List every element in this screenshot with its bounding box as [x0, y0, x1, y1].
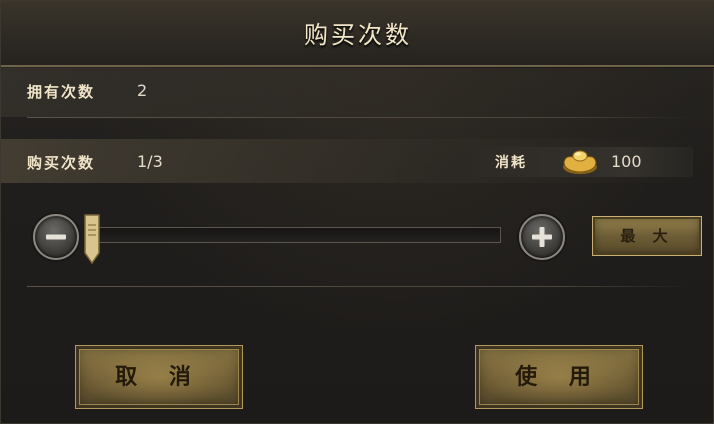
dialog-title: 购买次数: [304, 21, 412, 49]
use-button[interactable]: 使 用: [475, 345, 643, 409]
slider-handle[interactable]: [83, 213, 101, 265]
plus-icon: [532, 227, 552, 247]
title-bar: 购买次数: [1, 1, 714, 67]
minus-icon: [46, 234, 66, 240]
owned-count-value: 2: [137, 81, 148, 100]
purchase-count-label: 购买次数: [27, 154, 96, 172]
buy-count-dialog: 购买次数 拥有次数 2 购买次数 1/3 消耗 100 最 大 取 消 使 用: [0, 0, 714, 424]
gold-ingot-icon: [561, 143, 599, 177]
cost-label: 消耗: [495, 155, 527, 171]
increase-button[interactable]: [519, 214, 565, 260]
decrease-button[interactable]: [33, 214, 79, 260]
cost-value: 100: [611, 152, 642, 171]
owned-count-label: 拥有次数: [27, 83, 96, 101]
owned-count-row: 拥有次数 2: [1, 67, 714, 117]
divider: [27, 117, 693, 118]
cost-box: 消耗 100: [471, 147, 693, 177]
purchase-count-value: 1/3: [137, 152, 163, 171]
cancel-button[interactable]: 取 消: [75, 345, 243, 409]
divider: [27, 286, 693, 287]
max-button[interactable]: 最 大: [592, 216, 702, 256]
purchase-slider-track[interactable]: [89, 227, 501, 243]
